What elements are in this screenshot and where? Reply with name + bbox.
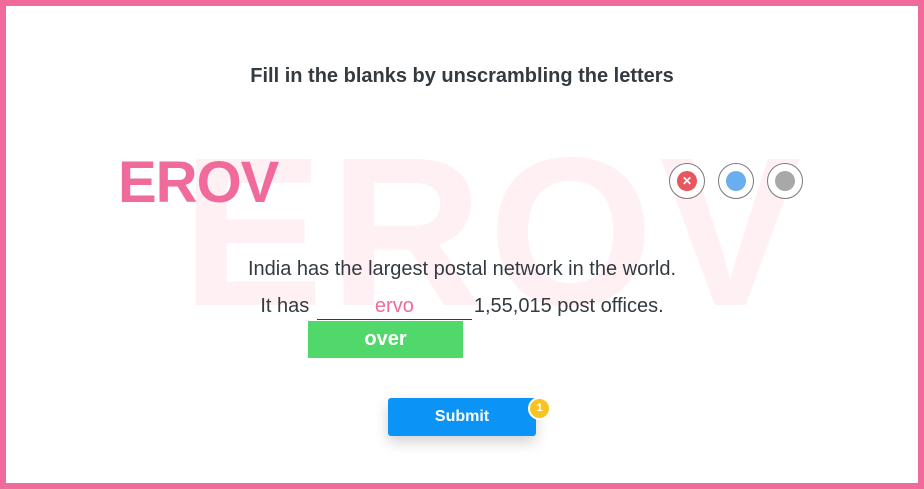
sentence-line-2: It has ervo 1,55,015 post offices.: [6, 293, 918, 320]
scrambled-word: EROV: [118, 150, 279, 215]
attempt-count-badge: 1: [528, 397, 551, 420]
reset-button[interactable]: ✕: [669, 163, 705, 199]
blue-circle-icon: [726, 171, 746, 191]
close-icon: ✕: [677, 171, 697, 191]
blue-option-button[interactable]: [718, 163, 754, 199]
sentence-suffix: 1,55,015 post offices.: [473, 295, 664, 317]
sentence-line-1: India has the largest postal network in …: [247, 258, 677, 280]
blank-input[interactable]: ervo: [316, 293, 472, 320]
sentence-prefix: It has: [260, 295, 310, 317]
instruction-text: Fill in the blanks by unscrambling the l…: [250, 65, 674, 87]
correct-answer-box: over: [308, 321, 463, 358]
submit-button[interactable]: Submit: [388, 398, 536, 436]
activity-frame: Fill in the blanks by unscrambling the l…: [0, 0, 924, 489]
grey-option-button[interactable]: [767, 163, 803, 199]
control-buttons: ✕: [669, 163, 803, 199]
grey-circle-icon: [775, 171, 795, 191]
